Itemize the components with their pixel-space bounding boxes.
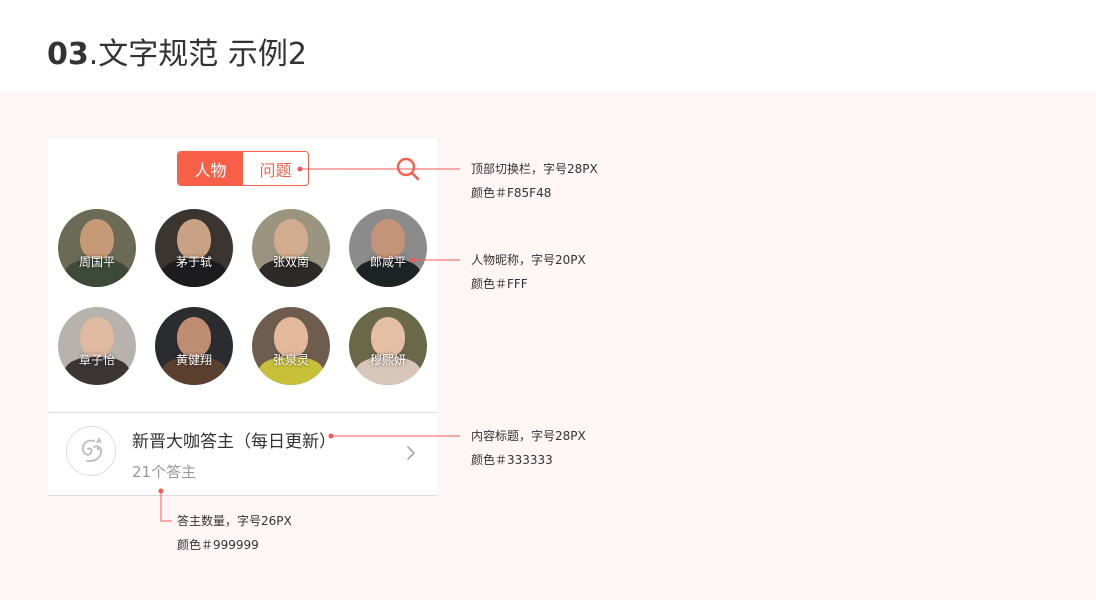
person-nickname: 黄健翔 xyxy=(175,353,212,367)
person-avatar[interactable]: 黄健翔 xyxy=(155,307,233,385)
search-button[interactable] xyxy=(395,156,421,182)
person-nickname: 张泉灵 xyxy=(272,353,309,367)
page-title: 03.文字规范 示例2 xyxy=(47,29,307,73)
list-item-count: 21个答主 xyxy=(132,463,197,481)
list-item-featured-answerers[interactable]: 新晋大咖答主（每日更新） 21个答主 xyxy=(48,413,437,495)
annotation-title-line2: 颜色＃333333 xyxy=(471,453,553,467)
person-nickname: 章子怡 xyxy=(78,353,115,367)
annotation-tabs-line2: 颜色＃F85F48 xyxy=(471,186,552,200)
tab-questions[interactable]: 问题 xyxy=(243,152,308,185)
tab-people[interactable]: 人物 xyxy=(178,152,243,185)
search-icon xyxy=(396,157,420,181)
annotation-tabs-line1: 顶部切换栏，字号28PX xyxy=(471,162,598,176)
list-divider-bottom xyxy=(48,495,437,496)
page-title-text: .文字规范 示例2 xyxy=(88,37,307,72)
person-avatar[interactable]: 穆熙妍 xyxy=(349,307,427,385)
person-avatar[interactable]: 周国平 xyxy=(58,209,136,287)
person-avatar[interactable]: 张双南 xyxy=(252,209,330,287)
annotation-nickname: 人物昵称，字号20PX 颜色＃FFF xyxy=(471,248,586,296)
phone-screen: 人物 问题 周国平 茅于轼 张双南 郎咸平 章子怡 黄健翔 张泉灵 穆熙妍 新晋… xyxy=(48,139,437,496)
tab-switcher: 人物 问题 xyxy=(177,151,309,186)
list-item-title: 新晋大咖答主（每日更新） xyxy=(132,432,336,452)
annotation-count: 答主数量，字号26PX 颜色＃999999 xyxy=(177,509,292,557)
page-title-number: 03 xyxy=(47,37,89,72)
person-avatar[interactable]: 郎咸平 xyxy=(349,209,427,287)
annotation-nickname-line1: 人物昵称，字号20PX xyxy=(471,253,586,267)
annotation-tabs: 顶部切换栏，字号28PX 颜色＃F85F48 xyxy=(471,157,598,205)
person-nickname: 茅于轼 xyxy=(175,255,212,269)
person-avatar[interactable]: 张泉灵 xyxy=(252,307,330,385)
annotation-nickname-line2: 颜色＃FFF xyxy=(471,277,528,291)
squirrel-icon xyxy=(66,426,116,476)
annotation-count-line2: 颜色＃999999 xyxy=(177,538,259,552)
person-nickname: 张双南 xyxy=(272,255,309,269)
person-nickname: 郎咸平 xyxy=(369,255,406,269)
person-avatar[interactable]: 茅于轼 xyxy=(155,209,233,287)
page-header: 03.文字规范 示例2 xyxy=(0,0,1096,91)
person-avatar[interactable]: 章子怡 xyxy=(58,307,136,385)
annotation-title: 内容标题，字号28PX 颜色＃333333 xyxy=(471,424,586,472)
chevron-right-icon xyxy=(407,446,415,460)
annotation-count-line1: 答主数量，字号26PX xyxy=(177,514,292,528)
person-nickname: 穆熙妍 xyxy=(369,353,406,367)
person-nickname: 周国平 xyxy=(78,255,115,269)
annotation-title-line1: 内容标题，字号28PX xyxy=(471,429,586,443)
